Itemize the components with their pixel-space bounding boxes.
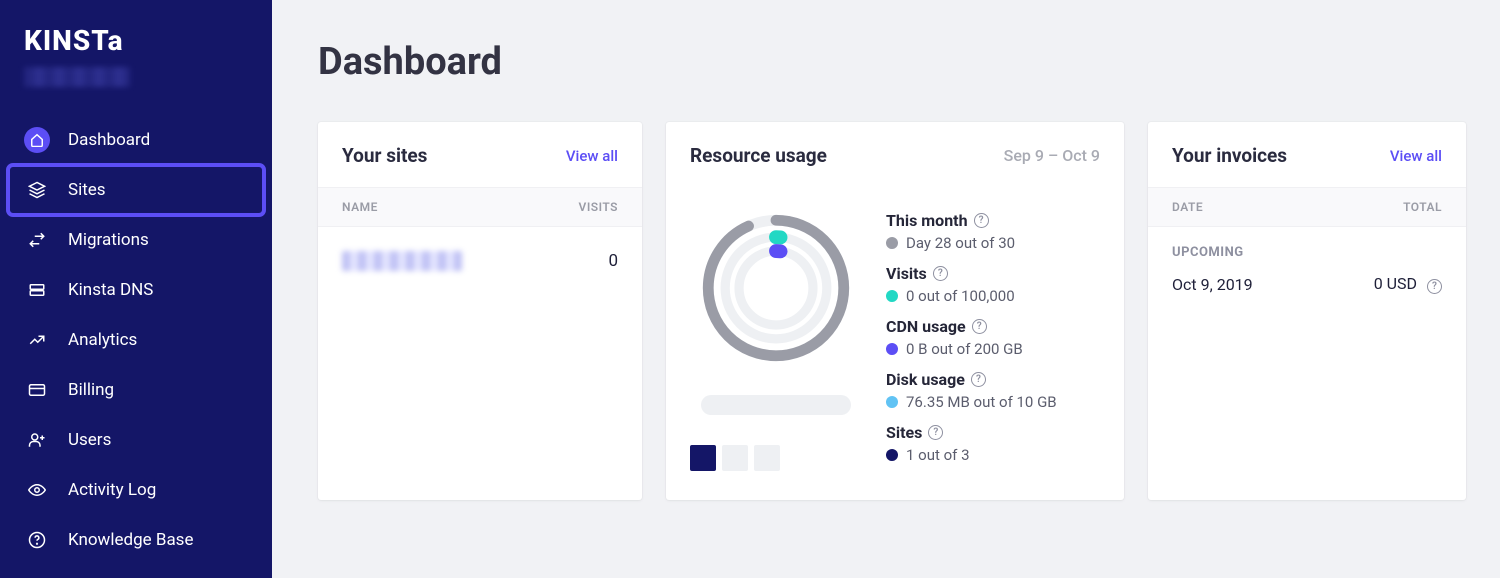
usage-gauge [699,211,853,365]
dot-grey [886,237,898,249]
brand-logo: KINSTa [24,24,248,57]
gauge-column [690,211,862,476]
invoice-date: Oct 9, 2019 [1172,275,1253,294]
resource-date-range: Sep 9 – Oct 9 [1004,146,1100,165]
help-icon[interactable]: ? [974,213,989,228]
stat-value: 0 B out of 200 GB [906,340,1023,358]
invoice-total: 0 USD [1374,274,1417,293]
stat-label: Sites [886,423,922,442]
sidebar-item-migrations[interactable]: Migrations [10,217,262,263]
stat-label: Visits [886,264,927,283]
site-row[interactable]: 0 [318,227,642,295]
sidebar-item-label: Dashboard [68,130,150,150]
stat-label: CDN usage [886,317,966,336]
sidebar-item-label: Sites [68,180,106,200]
sidebar-item-dashboard[interactable]: Dashboard [10,117,262,163]
sidebar-item-label: Billing [68,380,114,400]
disk-progress-bar [701,395,851,415]
stats-list: This month? Day 28 out of 30 Visits? 0 o… [886,211,1100,476]
sidebar-nav: Dashboard Sites Migrations Kinsta DNS An… [0,117,272,563]
help-icon[interactable]: ? [1427,279,1442,294]
col-visits: VISITS [579,200,618,214]
invoices-table-header: DATE TOTAL [1148,187,1466,227]
invoices-body: UPCOMING Oct 9, 2019 0 USD ? [1148,227,1466,312]
stat-value: 0 out of 100,000 [906,287,1015,305]
stat-value: Day 28 out of 30 [906,234,1015,252]
invoices-card-header: Your invoices View all [1148,122,1466,187]
dot-navy [886,449,898,461]
site-tile-empty [722,445,748,471]
stat-value: 76.35 MB out of 10 GB [906,393,1057,411]
site-tile-used [690,445,716,471]
invoice-total-wrap: 0 USD ? [1374,274,1442,294]
sidebar-item-billing[interactable]: Billing [10,367,262,413]
upcoming-label: UPCOMING [1172,245,1442,260]
sidebar-item-label: Migrations [68,230,149,250]
sidebar-item-sites[interactable]: Sites [10,167,262,213]
sidebar-item-dns[interactable]: Kinsta DNS [10,267,262,313]
help-icon[interactable]: ? [971,372,986,387]
stat-value: 1 out of 3 [906,446,970,464]
sidebar-item-kb[interactable]: Knowledge Base [10,517,262,563]
help-icon[interactable]: ? [933,266,948,281]
invoice-row: Oct 9, 2019 0 USD ? [1172,274,1442,294]
sidebar-item-activity[interactable]: Activity Log [10,467,262,513]
invoices-card: Your invoices View all DATE TOTAL UPCOMI… [1148,122,1466,500]
help-icon[interactable]: ? [928,425,943,440]
dot-teal [886,290,898,302]
stat-visits: Visits? 0 out of 100,000 [886,264,1100,305]
resource-body: This month? Day 28 out of 30 Visits? 0 o… [666,187,1124,500]
stat-cdn: CDN usage? 0 B out of 200 GB [886,317,1100,358]
invoices-card-title: Your invoices [1172,144,1287,167]
stat-month: This month? Day 28 out of 30 [886,211,1100,252]
sites-view-all-link[interactable]: View all [566,147,618,165]
dot-violet [886,343,898,355]
resource-card-header: Resource usage Sep 9 – Oct 9 [666,122,1124,187]
page-title: Dashboard [318,40,1454,84]
sites-table-header: NAME VISITS [318,187,642,227]
account-name-blurred [24,67,130,87]
resource-card: Resource usage Sep 9 – Oct 9 [666,122,1124,500]
sidebar-item-label: Activity Log [68,480,156,500]
sites-card-title: Your sites [342,144,427,167]
invoices-view-all-link[interactable]: View all [1390,147,1442,165]
sites-tiles [690,445,780,471]
sites-card-header: Your sites View all [318,122,642,187]
resource-card-title: Resource usage [690,144,827,167]
site-visits-value: 0 [608,251,618,271]
sites-card: Your sites View all NAME VISITS 0 [318,122,642,500]
col-total: TOTAL [1403,200,1442,214]
stat-label: Disk usage [886,370,965,389]
billing-icon [24,377,50,403]
main: Dashboard Your sites View all NAME VISIT… [272,0,1500,578]
site-tile-empty [754,445,780,471]
analytics-icon [24,327,50,353]
stat-sites: Sites? 1 out of 3 [886,423,1100,464]
sidebar-item-label: Users [68,430,111,450]
sidebar-item-analytics[interactable]: Analytics [10,317,262,363]
users-icon [24,427,50,453]
dns-icon [24,277,50,303]
col-date: DATE [1172,200,1203,214]
dot-sky [886,396,898,408]
home-icon [24,127,50,153]
sidebar-item-users[interactable]: Users [10,417,262,463]
sidebar-item-label: Kinsta DNS [68,280,153,300]
eye-icon [24,477,50,503]
stat-disk: Disk usage? 76.35 MB out of 10 GB [886,370,1100,411]
sidebar-item-label: Analytics [68,330,137,350]
help-icon[interactable]: ? [972,319,987,334]
sidebar-item-label: Knowledge Base [68,530,193,550]
migrations-icon [24,227,50,253]
help-icon [24,527,50,553]
layers-icon [24,177,50,203]
site-name-blurred [342,251,462,271]
cards-row: Your sites View all NAME VISITS 0 Resour… [318,122,1454,500]
sidebar: KINSTa Dashboard Sites Migrations Kins [0,0,272,578]
stat-label: This month [886,211,968,230]
brand: KINSTa [0,24,272,95]
col-name: NAME [342,200,378,214]
